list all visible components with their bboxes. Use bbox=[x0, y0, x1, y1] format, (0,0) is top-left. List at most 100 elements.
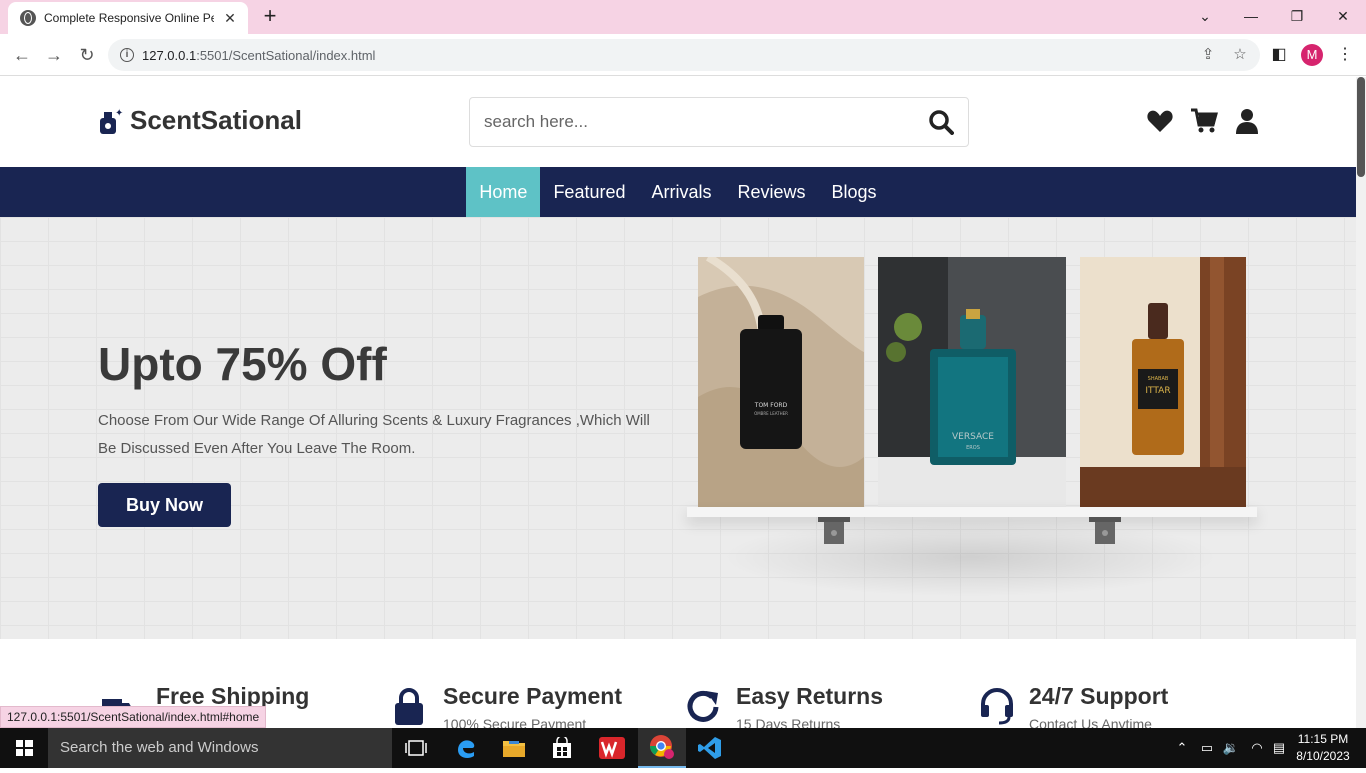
side-panel-icon[interactable]: ◧ bbox=[1267, 43, 1291, 67]
feature-title: 24/7 Support bbox=[1029, 683, 1169, 709]
link-status-bubble: 127.0.0.1:5501/ScentSational/index.html#… bbox=[0, 706, 267, 728]
clock-time: 11:15 PM bbox=[1297, 732, 1349, 746]
tray-notifications-icon[interactable]: ▤ bbox=[1268, 728, 1290, 768]
product-sublabel-shabab: ITTAR bbox=[1145, 386, 1170, 396]
profile-avatar[interactable]: M bbox=[1301, 44, 1323, 66]
url-text: 127.0.0.1:5501/ScentSational/index.html bbox=[142, 48, 375, 63]
svg-text:✦: ✦ bbox=[115, 108, 123, 119]
feature-title: Secure Payment bbox=[443, 683, 622, 709]
search-icon[interactable] bbox=[928, 109, 954, 135]
redo-arrow-icon bbox=[687, 690, 719, 722]
nav-blogs[interactable]: Blogs bbox=[819, 167, 890, 217]
url-path: :5501/ScentSational/index.html bbox=[196, 47, 376, 63]
headset-icon bbox=[981, 688, 1013, 725]
hero-description: Choose From Our Wide Range Of Alluring S… bbox=[98, 412, 650, 457]
edge-icon bbox=[458, 740, 475, 758]
shelf-shadow bbox=[720, 517, 1220, 597]
logo-text: ScentSational bbox=[130, 105, 302, 135]
hero-banner: Upto 75% Off Choose From Our Wide Range … bbox=[0, 217, 1356, 639]
taskbar-edge[interactable] bbox=[442, 728, 490, 768]
browser-toolbar: ← → ↻ i 127.0.0.1:5501/ScentSational/ind… bbox=[0, 34, 1366, 76]
heart-icon[interactable] bbox=[1146, 107, 1174, 135]
restore-button[interactable]: ❐ bbox=[1274, 4, 1320, 28]
product-label-tom-ford: TOM FORD bbox=[754, 402, 788, 409]
shelf-bracket bbox=[818, 517, 850, 544]
vscode-icon bbox=[698, 737, 721, 759]
nav-reviews[interactable]: Reviews bbox=[725, 167, 819, 217]
reload-button[interactable]: ↻ bbox=[75, 43, 99, 67]
chrome-icon bbox=[650, 735, 674, 759]
globe-icon bbox=[20, 10, 36, 26]
product-sublabel-tom-ford: OMBRE LEATHER bbox=[754, 411, 788, 416]
minimize-button[interactable]: — bbox=[1228, 4, 1274, 28]
feature-secure-payment: Secure Payment 100% Secure Payment bbox=[393, 683, 622, 728]
url-host: 127.0.0.1 bbox=[142, 47, 197, 63]
site-header: ✦ ScentSational bbox=[0, 77, 1356, 167]
store-bag-icon bbox=[553, 737, 571, 758]
user-icon[interactable] bbox=[1233, 107, 1261, 135]
main-navbar: Home Featured Arrivals Reviews Blogs bbox=[0, 167, 1356, 217]
tab-close-icon[interactable]: ✕ bbox=[222, 10, 238, 27]
bookmark-star-icon[interactable]: ☆ bbox=[1228, 43, 1252, 67]
share-icon[interactable]: ⇪ bbox=[1196, 43, 1220, 67]
page-scrollbar[interactable] bbox=[1356, 77, 1366, 728]
menu-dots-icon[interactable]: ⋮ bbox=[1333, 43, 1357, 67]
task-view-icon bbox=[405, 740, 427, 756]
windows-logo-icon bbox=[16, 740, 33, 756]
product-image-versace-eros[interactable]: VERSACE EROS bbox=[878, 257, 1066, 507]
tray-wifi-icon[interactable]: ◠ bbox=[1246, 728, 1268, 768]
hero-title: Upto 75% Off bbox=[98, 338, 387, 390]
feature-subtitle: 100% Secure Payment bbox=[443, 716, 587, 728]
feature-easy-returns: Easy Returns 15 Days Returns bbox=[686, 683, 883, 728]
cart-icon[interactable] bbox=[1190, 107, 1218, 135]
product-sublabel-versace: EROS bbox=[966, 445, 980, 451]
tab-title: Complete Responsive Online Perf bbox=[44, 11, 214, 25]
product-image-shabab-ittar[interactable]: SHABAB ITTAR bbox=[1080, 257, 1246, 507]
product-label-versace: VERSACE bbox=[952, 432, 994, 442]
taskbar-file-explorer[interactable] bbox=[490, 728, 538, 768]
close-window-button[interactable]: ✕ bbox=[1320, 4, 1366, 28]
feature-subtitle: Contact Us Anytime bbox=[1029, 716, 1152, 728]
taskbar-chrome[interactable] bbox=[638, 728, 686, 768]
back-button[interactable]: ← bbox=[10, 43, 34, 67]
feature-title: Easy Returns bbox=[736, 683, 884, 709]
product-label-shabab: SHABAB bbox=[1148, 376, 1169, 382]
new-tab-button[interactable]: + bbox=[258, 4, 282, 28]
nav-home[interactable]: Home bbox=[466, 167, 541, 217]
shelf-bracket bbox=[1089, 517, 1121, 544]
taskbar-clock[interactable]: 11:15 PM 8/10/2023 bbox=[1290, 731, 1356, 765]
start-button[interactable] bbox=[0, 728, 48, 768]
search-box bbox=[469, 97, 969, 147]
taskbar-vscode[interactable] bbox=[686, 728, 734, 768]
nav-arrivals[interactable]: Arrivals bbox=[638, 167, 724, 217]
site-info-icon[interactable]: i bbox=[120, 48, 134, 62]
address-bar[interactable]: i 127.0.0.1:5501/ScentSational/index.htm… bbox=[108, 39, 1260, 71]
folder-icon bbox=[503, 741, 525, 757]
nav-featured[interactable]: Featured bbox=[540, 167, 638, 217]
feature-subtitle: 15 Days Returns bbox=[736, 716, 841, 728]
forward-button[interactable]: → bbox=[42, 43, 66, 67]
site-logo[interactable]: ✦ ScentSational bbox=[98, 105, 302, 136]
wps-office-icon bbox=[599, 737, 625, 759]
clock-date: 8/10/2023 bbox=[1296, 749, 1350, 763]
windows-taskbar: Search the web and Windows ⌃ ▭ 🔉 ◠ ▤ 11:… bbox=[0, 728, 1366, 768]
taskbar-search-box[interactable]: Search the web and Windows bbox=[48, 728, 392, 768]
scrollbar-thumb[interactable] bbox=[1357, 77, 1365, 177]
tray-overflow-chevron-icon[interactable]: ⌃ bbox=[1172, 728, 1192, 768]
buy-now-button[interactable]: Buy Now bbox=[98, 483, 231, 527]
tray-power-icon[interactable]: ▭ bbox=[1196, 728, 1218, 768]
display-shelf bbox=[687, 507, 1257, 517]
page-viewport: ✦ ScentSational Home Featured Arr bbox=[0, 77, 1356, 728]
perfume-bottle-icon: ✦ bbox=[100, 108, 123, 134]
tab-search-chevron-icon[interactable]: ⌄ bbox=[1182, 4, 1228, 28]
product-image-tom-ford[interactable]: TOM FORD OMBRE LEATHER bbox=[698, 257, 864, 507]
browser-tab-strip: Complete Responsive Online Perf ✕ + ⌄ — … bbox=[0, 0, 1366, 34]
taskbar-store[interactable] bbox=[538, 728, 586, 768]
search-input[interactable] bbox=[484, 112, 928, 132]
task-view-button[interactable] bbox=[392, 728, 440, 768]
feature-support: 24/7 Support Contact Us Anytime bbox=[979, 683, 1168, 728]
browser-tab[interactable]: Complete Responsive Online Perf ✕ bbox=[8, 2, 248, 34]
lock-icon bbox=[395, 688, 423, 725]
taskbar-wps[interactable] bbox=[588, 728, 636, 768]
tray-volume-icon[interactable]: 🔉 bbox=[1220, 728, 1242, 768]
